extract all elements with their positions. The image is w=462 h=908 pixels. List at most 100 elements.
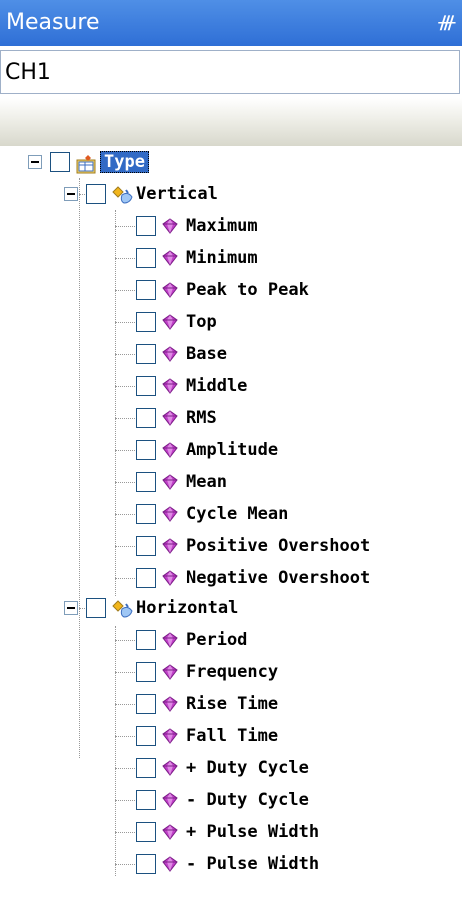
checkbox[interactable] xyxy=(136,312,156,332)
tree-item-label: Minimum xyxy=(186,248,258,268)
tree-item[interactable]: Positive Overshoot xyxy=(136,530,370,562)
gem-icon xyxy=(162,250,178,266)
gem-icon xyxy=(162,728,178,744)
checkbox[interactable] xyxy=(136,344,156,364)
checkbox[interactable] xyxy=(136,504,156,524)
tree-item[interactable]: Fall Time xyxy=(136,720,278,752)
tree-item[interactable]: Rise Time xyxy=(136,688,278,720)
tree-item[interactable]: RMS xyxy=(136,402,217,434)
tree-item[interactable]: Maximum xyxy=(136,210,258,242)
gem-icon xyxy=(162,696,178,712)
gem-icon xyxy=(162,506,178,522)
tree-root[interactable]: Type xyxy=(28,146,149,178)
checkbox[interactable] xyxy=(136,726,156,746)
tree-group-vertical[interactable]: Vertical xyxy=(64,178,218,210)
tree-item-label: Frequency xyxy=(186,662,279,682)
checkbox[interactable] xyxy=(136,790,156,810)
gem-icon xyxy=(162,410,178,426)
tree-item[interactable]: Top xyxy=(136,306,217,338)
checkbox[interactable] xyxy=(136,758,156,778)
tree-item-label: Fall Time xyxy=(186,726,279,746)
tree-item[interactable]: - Duty Cycle xyxy=(136,784,309,816)
tree-group-label: Vertical xyxy=(136,184,218,204)
gem-icon xyxy=(162,346,178,362)
tree-item-label: Peak to Peak xyxy=(186,280,309,300)
tree-item-label: Amplitude xyxy=(186,440,279,460)
tree-item-label: RMS xyxy=(186,408,217,428)
tree-item[interactable]: + Duty Cycle xyxy=(136,752,309,784)
checkbox[interactable] xyxy=(136,280,156,300)
collapse-toggle[interactable] xyxy=(64,187,78,201)
tree-item-label: - Pulse Width xyxy=(186,854,320,874)
panel-title: Measure xyxy=(6,10,100,35)
checkbox[interactable] xyxy=(136,216,156,236)
gem-icon xyxy=(162,664,178,680)
folder-table-icon xyxy=(76,154,96,174)
tree-item-label: Base xyxy=(186,344,227,364)
tree-root-label: Type xyxy=(100,151,149,173)
checkbox[interactable] xyxy=(50,152,70,172)
gem-icon xyxy=(162,218,178,234)
tree-item[interactable]: Base xyxy=(136,338,227,370)
tree-item[interactable]: Amplitude xyxy=(136,434,278,466)
tree-item-label: Top xyxy=(186,312,217,332)
tree-item[interactable]: Frequency xyxy=(136,656,278,688)
collapse-toggle[interactable] xyxy=(64,601,78,615)
tree-item[interactable]: Peak to Peak xyxy=(136,274,309,306)
gem-icon xyxy=(162,760,178,776)
channel-select[interactable]: CH1 xyxy=(0,50,460,94)
tree-item[interactable]: Cycle Mean xyxy=(136,498,288,530)
collapse-toggle[interactable] xyxy=(28,155,42,169)
gem-icon xyxy=(162,442,178,458)
gem-icon xyxy=(162,378,178,394)
tree-item-label: Middle xyxy=(186,376,248,396)
tree-item-label: Maximum xyxy=(186,216,258,236)
toolbar xyxy=(0,98,462,146)
checkbox[interactable] xyxy=(136,568,156,588)
tree-item[interactable]: + Pulse Width xyxy=(136,816,319,848)
checkbox[interactable] xyxy=(136,630,156,650)
gem-icon xyxy=(162,314,178,330)
checkbox[interactable] xyxy=(136,822,156,842)
measure-group-icon xyxy=(112,186,133,204)
tree-item-label: Mean xyxy=(186,472,227,492)
tree-group-label: Horizontal xyxy=(136,598,239,618)
checkbox[interactable] xyxy=(136,376,156,396)
tree-item-label: Negative Overshoot xyxy=(186,568,371,588)
gem-icon xyxy=(162,282,178,298)
tree-item-label: + Pulse Width xyxy=(186,822,320,842)
tree-item[interactable]: Negative Overshoot xyxy=(136,562,370,594)
checkbox[interactable] xyxy=(136,694,156,714)
checkbox[interactable] xyxy=(136,536,156,556)
measure-tree: Type Vertical Horizontal Maximum Minimum… xyxy=(0,146,462,908)
tree-group-horizontal[interactable]: Horizontal xyxy=(64,592,238,624)
tree-item[interactable]: Period xyxy=(136,624,247,656)
tree-item-label: - Duty Cycle xyxy=(186,790,309,810)
checkbox[interactable] xyxy=(86,598,106,618)
checkbox[interactable] xyxy=(136,248,156,268)
checkbox[interactable] xyxy=(86,184,106,204)
checkbox[interactable] xyxy=(136,662,156,682)
gem-icon xyxy=(162,538,178,554)
gem-icon xyxy=(162,792,178,808)
measure-group-icon xyxy=(112,600,133,618)
tree-item-label: Cycle Mean xyxy=(186,504,289,524)
gem-icon xyxy=(162,474,178,490)
tree-item-label: + Duty Cycle xyxy=(186,758,309,778)
checkbox[interactable] xyxy=(136,408,156,428)
tree-item[interactable]: Mean xyxy=(136,466,227,498)
checkbox[interactable] xyxy=(136,440,156,460)
tree-item[interactable]: - Pulse Width xyxy=(136,848,319,880)
checkbox[interactable] xyxy=(136,472,156,492)
gem-icon xyxy=(162,824,178,840)
gem-icon xyxy=(162,632,178,648)
panel-title-bar: Measure ᚍ xyxy=(0,0,462,46)
tree-item-label: Period xyxy=(186,630,248,650)
tree-item-label: Positive Overshoot xyxy=(186,536,371,556)
tree-item-label: Rise Time xyxy=(186,694,279,714)
tree-item[interactable]: Middle xyxy=(136,370,247,402)
tree-item[interactable]: Minimum xyxy=(136,242,258,274)
gem-icon xyxy=(162,856,178,872)
pin-icon[interactable]: ᚍ xyxy=(438,0,456,46)
checkbox[interactable] xyxy=(136,854,156,874)
